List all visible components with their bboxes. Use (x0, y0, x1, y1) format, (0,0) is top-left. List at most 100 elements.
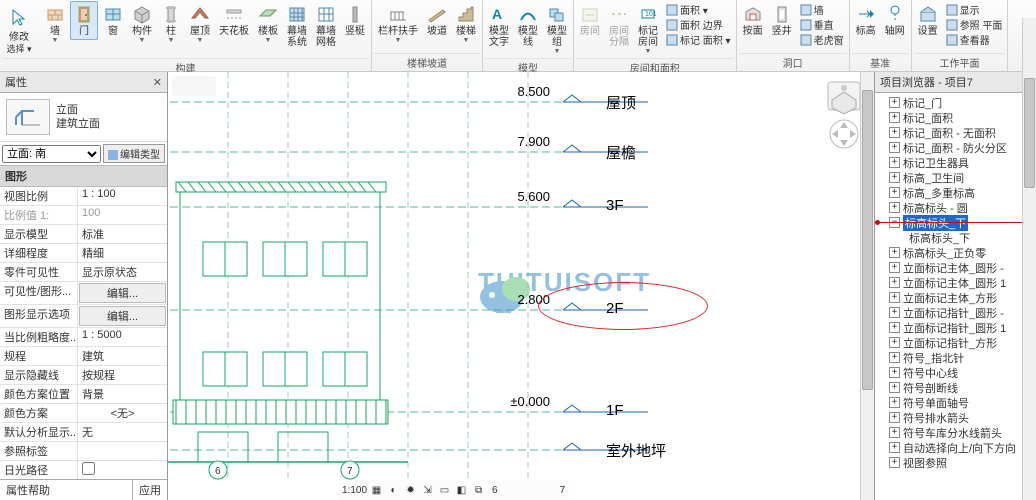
modify-button[interactable]: 修改选择 ▾ (2, 1, 36, 58)
sb-icon[interactable]: ✹ (403, 483, 418, 498)
tree-node[interactable]: +立面标记主体_圆形 1 (875, 275, 1036, 290)
tree-node[interactable]: +标高_卫生间 (875, 170, 1036, 185)
small-item[interactable]: 标记 面积 ▾ (666, 32, 731, 47)
edit-button[interactable]: 编辑... (79, 283, 166, 303)
railing-button[interactable]: 栏杆扶手▼ (374, 1, 422, 47)
set-button[interactable]: 设置 (914, 1, 942, 40)
tree-node[interactable]: +自动选择向上/向下方向 (875, 440, 1036, 455)
expand-icon[interactable]: + (889, 112, 900, 123)
prop-value[interactable]: 建筑 (78, 347, 167, 365)
room-button[interactable]: 房间 (576, 1, 604, 40)
model-text-button[interactable]: A模型文字 (485, 1, 513, 51)
sb-icon[interactable]: ◐ (386, 483, 401, 498)
expand-icon[interactable]: + (889, 157, 900, 168)
prop-value[interactable]: 标准 (78, 225, 167, 243)
expand-icon[interactable]: + (889, 142, 900, 153)
tree-node[interactable]: +标记_面积 (875, 110, 1036, 125)
tree-node[interactable]: 标高标头_下 (875, 230, 1036, 245)
mullion-button[interactable]: 竖梃 (341, 1, 369, 40)
curtain-grid-button[interactable]: 幕墙网格 (312, 1, 340, 51)
tree-node[interactable]: +符号单面轴号 (875, 395, 1036, 410)
drawing-canvas[interactable]: 67 TUITUISOFT 8.500屋顶7.900屋檐5.6003F2.800… (168, 72, 874, 500)
expand-icon[interactable]: + (889, 172, 900, 183)
browser-scrollbar[interactable] (1022, 18, 1036, 500)
properties-help[interactable]: 属性帮助 (0, 480, 56, 500)
tree-node[interactable]: +标记_面积 - 无面积 (875, 125, 1036, 140)
expand-icon[interactable]: + (889, 127, 900, 138)
stair-button[interactable]: 楼梯▼ (452, 1, 480, 47)
tree-node[interactable]: +标高标头 - 圆 (875, 200, 1036, 215)
expand-icon[interactable]: + (889, 262, 900, 273)
expand-icon[interactable]: + (889, 457, 900, 468)
prop-value[interactable]: 100 (78, 206, 167, 224)
expand-icon[interactable]: + (889, 277, 900, 288)
small-item[interactable]: 垂直 (800, 17, 844, 32)
expand-icon[interactable]: + (889, 427, 900, 438)
close-icon[interactable]: ✕ (153, 76, 162, 89)
prop-value[interactable]: 精细 (78, 244, 167, 262)
by-face-button[interactable]: 按面 (739, 1, 767, 40)
apply-button[interactable]: 应用 (132, 480, 167, 500)
tree-node[interactable]: +立面标记主体_方形 (875, 290, 1036, 305)
curtain-system-button[interactable]: 幕墙系统 (283, 1, 311, 51)
sb-icon[interactable]: ▦ (369, 483, 384, 498)
small-item[interactable]: 参照 平面 (946, 17, 1003, 32)
tree-node[interactable]: +标记_门 (875, 95, 1036, 110)
edit-button[interactable]: 编辑... (79, 306, 166, 326)
tree-node[interactable]: +符号中心线 (875, 365, 1036, 380)
expand-icon[interactable]: + (889, 202, 900, 213)
tag-room-button[interactable]: 101标记房间▼ (634, 1, 662, 58)
model-group-button[interactable]: 模型组▼ (543, 1, 571, 58)
prop-value[interactable]: 背景 (78, 385, 167, 403)
expand-icon[interactable]: + (889, 397, 900, 408)
tree-node[interactable]: +立面标记主体_圆形 - (875, 260, 1036, 275)
floor-button[interactable]: 楼板▼ (254, 1, 282, 47)
edit-type-button[interactable]: 编辑类型 (103, 144, 165, 163)
small-item[interactable]: 显示 (946, 2, 1003, 17)
expand-icon[interactable]: + (889, 337, 900, 348)
scale-display[interactable]: 1:100 (342, 485, 367, 496)
prop-value[interactable]: 1 : 5000 (78, 328, 167, 346)
sb-icon[interactable]: ⇲ (420, 483, 435, 498)
tree-node[interactable]: +立面标记指针_方形 (875, 335, 1036, 350)
roof-button[interactable]: 屋顶▼ (186, 1, 214, 47)
tree-node[interactable]: +标高_多重标高 (875, 185, 1036, 200)
expand-icon[interactable]: + (889, 187, 900, 198)
ceiling-button[interactable]: 天花板 (215, 1, 253, 40)
expand-icon[interactable]: + (889, 382, 900, 393)
small-item[interactable]: 面积 ▾ (666, 2, 731, 17)
prop-value[interactable] (78, 442, 167, 460)
vertical-scrollbar[interactable] (860, 72, 874, 500)
checkbox[interactable] (82, 462, 95, 475)
prop-value[interactable]: 1 : 100 (78, 187, 167, 205)
tree-node[interactable]: +立面标记指针_圆形 1 (875, 320, 1036, 335)
expand-icon[interactable]: + (889, 247, 900, 258)
expand-icon[interactable]: + (889, 322, 900, 333)
expand-icon[interactable]: + (889, 307, 900, 318)
tree-node[interactable]: +标记_面积 - 防火分区 (875, 140, 1036, 155)
expand-icon[interactable]: + (889, 442, 900, 453)
small-item[interactable]: 老虎窗 (800, 32, 844, 47)
ramp-button[interactable]: 坡道 (423, 1, 451, 40)
shaft-button[interactable]: 竖井 (768, 1, 796, 40)
door-button[interactable]: 门 (70, 1, 98, 40)
tree-node[interactable]: +符号_指北针 (875, 350, 1036, 365)
tree-node[interactable]: +符号排水箭头 (875, 410, 1036, 425)
family-thumb[interactable] (6, 99, 50, 135)
tree-node[interactable]: +符号车库分水线箭头 (875, 425, 1036, 440)
tree-node[interactable]: +视图参照 (875, 455, 1036, 470)
tree-node[interactable]: +标高标头_正负零 (875, 245, 1036, 260)
small-item[interactable]: 面积 边界 (666, 17, 731, 32)
column-button[interactable]: 柱▼ (157, 1, 185, 47)
expand-icon[interactable]: + (889, 352, 900, 363)
small-item[interactable]: 查看器 (946, 32, 1003, 47)
expand-icon[interactable]: + (889, 367, 900, 378)
sb-icon[interactable]: ▭ (437, 483, 452, 498)
tree-node[interactable]: +标记卫生器具 (875, 155, 1036, 170)
prop-value[interactable]: <无> (78, 404, 167, 422)
sb-icon[interactable]: ◧ (454, 483, 469, 498)
instance-selector[interactable]: 立面: 南 (2, 145, 101, 163)
component-button[interactable]: 构件▼ (128, 1, 156, 47)
tree-node[interactable]: +符号剖断线 (875, 380, 1036, 395)
expand-icon[interactable]: + (889, 412, 900, 423)
